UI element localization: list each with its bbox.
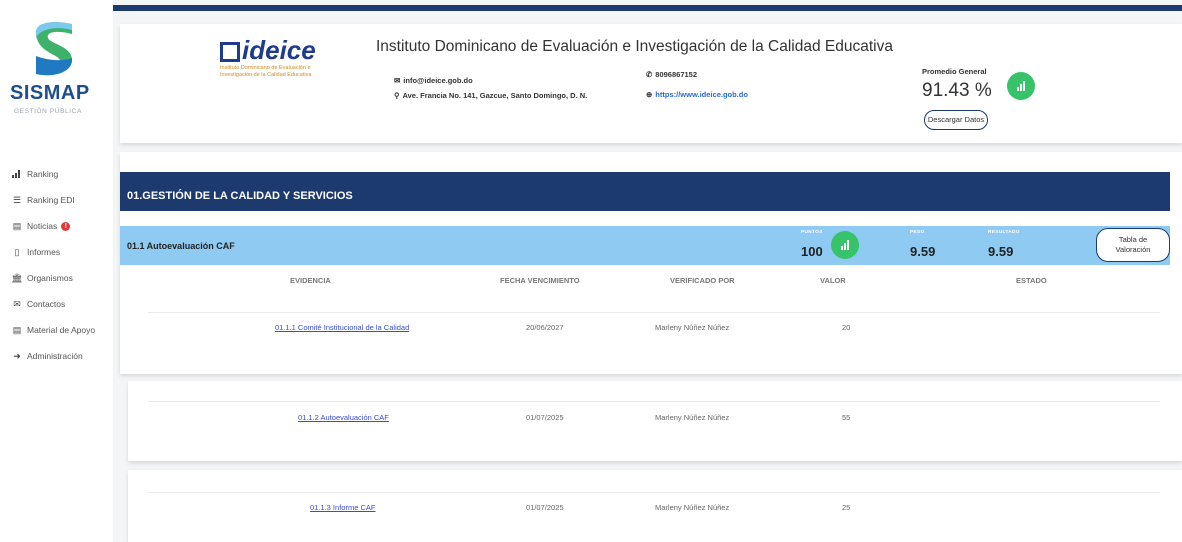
ideice-tagline-2: Investigación de la Calidad Educativa	[220, 72, 312, 78]
row-divider	[148, 312, 1160, 313]
row-divider	[148, 492, 1160, 493]
value: 55	[842, 413, 851, 422]
institution-header: ideice Instituto Dominicano de Evaluació…	[120, 24, 1182, 143]
email-contact[interactable]: ✉ info@ideice.gob.do	[394, 76, 473, 85]
sidebar-item-label: Contactos	[27, 299, 66, 309]
sidebar-item-material-de-apoyo[interactable]: ▤ Material de Apoyo	[10, 317, 110, 343]
email-text: info@ideice.gob.do	[403, 76, 473, 85]
bar-chart-icon	[10, 169, 24, 180]
column-header-evidencia: EVIDENCIA	[290, 276, 331, 285]
brand-subtitle: GESTIÓN PÚBLICA	[14, 108, 82, 115]
resultado-label: RESULTADO	[988, 230, 1020, 235]
phone-contact[interactable]: ✆ 8096867152	[646, 70, 697, 79]
due-date: 01/07/2025	[526, 503, 564, 512]
value: 25	[842, 503, 851, 512]
evidence-row-card: 01.1.2 Autoevaluación CAF 01/07/2025 Mar…	[128, 381, 1182, 461]
column-header-valor: VALOR	[820, 276, 846, 285]
ideice-logo-icon	[220, 42, 240, 62]
subsection-title: 01.1 Autoevaluación CAF	[127, 241, 235, 251]
phone-icon: ✆	[646, 70, 653, 79]
sidebar-item-label: Administración	[27, 351, 83, 361]
subsection-header: 01.1 Autoevaluación CAF PUNTOS 100 PESO …	[120, 226, 1170, 265]
peso-label: PESO	[910, 230, 925, 235]
list-icon: ☰	[12, 194, 22, 205]
sidebar-item-organismos[interactable]: 🏛 Organismos	[10, 265, 110, 291]
sign-in-icon: ➜	[13, 350, 21, 361]
sidebar-item-label: Material de Apoyo	[27, 325, 96, 335]
value: 20	[842, 323, 851, 332]
evidence-link[interactable]: 01.1.1 Comité Institucional de la Calida…	[275, 323, 409, 332]
due-date: 20/06/2027	[526, 323, 564, 332]
sidebar-item-informes[interactable]: ▯ Informes	[10, 239, 110, 265]
sidebar-item-label: Informes	[27, 247, 61, 257]
resultado-value: 9.59	[988, 244, 1014, 259]
sidebar-item-ranking-edi[interactable]: ☰ Ranking EDI	[10, 187, 110, 213]
tabla-button-line-2: Valoración	[1115, 245, 1151, 254]
download-data-button[interactable]: Descargar Datos	[924, 110, 988, 130]
institution-title: Instituto Dominicano de Evaluación e Inv…	[376, 38, 893, 55]
column-header-fecha: FECHA VENCIMIENTO	[500, 276, 580, 285]
evidence-link[interactable]: 01.1.3 Informe CAF	[310, 503, 375, 512]
column-header-estado: ESTADO	[1016, 276, 1047, 285]
address-text: Ave. Francia No. 141, Gazcue, Santo Domi…	[402, 91, 588, 100]
verified-by: Marleny Núñez Núñez	[655, 323, 730, 332]
verified-by: Marleny Núñez Núñez	[655, 413, 730, 422]
row-divider	[148, 401, 1160, 402]
promedio-value: 91.43 %	[922, 80, 992, 101]
section-card: 01.GESTIÓN DE LA CALIDAD Y SERVICIOS 01.…	[120, 152, 1182, 374]
sidebar-item-noticias[interactable]: ▤ Noticias !	[10, 213, 110, 239]
envelope-icon: ✉	[394, 76, 401, 85]
evidence-link[interactable]: 01.1.2 Autoevaluación CAF	[298, 413, 389, 422]
section-title: 01.GESTIÓN DE LA CALIDAD Y SERVICIOS	[120, 172, 1170, 211]
verified-by: Marleny Núñez Núñez	[655, 503, 730, 512]
document-icon: ▯	[14, 246, 20, 257]
phone-text: 8096867152	[655, 70, 698, 79]
institution-icon: 🏛	[11, 272, 23, 283]
notification-badge: !	[61, 221, 71, 231]
sidebar-item-label: Noticias	[27, 221, 58, 231]
app-root: SISMAP GESTIÓN PÚBLICA Ranking ☰ Ranking…	[0, 0, 1182, 542]
globe-icon: ⊕	[646, 90, 653, 99]
newspaper-icon: ▤	[12, 220, 22, 231]
file-text-icon: ▤	[12, 324, 22, 335]
sidebar: SISMAP GESTIÓN PÚBLICA Ranking ☰ Ranking…	[0, 0, 113, 542]
puntos-label: PUNTOS	[801, 230, 823, 235]
sidebar-item-administracion[interactable]: ➜ Administración	[10, 343, 110, 369]
sidebar-item-contactos[interactable]: ✉ Contactos	[10, 291, 110, 317]
ideice-logo: ideice Instituto Dominicano de Evaluació…	[220, 36, 320, 78]
address-contact: ⚲ Ave. Francia No. 141, Gazcue, Santo Dom…	[394, 91, 587, 100]
sidebar-item-label: Ranking	[27, 169, 59, 179]
evidence-row-card: 01.1.3 Informe CAF 01/07/2025 Marleny Nú…	[128, 470, 1182, 542]
due-date: 01/07/2025	[526, 413, 564, 422]
sidebar-nav: Ranking ☰ Ranking EDI ▤ Noticias ! ▯ Inf…	[10, 161, 110, 369]
map-marker-icon: ⚲	[394, 91, 400, 100]
ideice-logo-text: ideice	[242, 35, 316, 65]
top-bar	[113, 5, 1182, 11]
website-link[interactable]: ⊕ https://www.ideice.gob.do	[646, 90, 748, 99]
website-text: https://www.ideice.gob.do	[655, 90, 748, 99]
brand-name: SISMAP	[10, 82, 90, 104]
tabla-button-line-1: Tabla de	[1118, 235, 1148, 244]
ideice-tagline-1: Instituto Dominicano de Evaluación e	[220, 65, 311, 71]
sidebar-item-ranking[interactable]: Ranking	[10, 161, 110, 187]
sidebar-item-label: Organismos	[27, 273, 73, 283]
bar-chart-icon	[1007, 72, 1035, 100]
column-header-verificado: VERIFICADO POR	[670, 276, 735, 285]
peso-value: 9.59	[910, 244, 936, 259]
promedio-label: Promedio General	[922, 67, 987, 76]
sidebar-item-label: Ranking EDI	[27, 195, 75, 205]
chat-icon: ✉	[13, 298, 21, 309]
sismap-logo-icon	[36, 22, 72, 76]
tabla-valoracion-button[interactable]: Tabla de Valoración	[1096, 228, 1170, 262]
puntos-value: 100	[801, 244, 823, 259]
bar-chart-icon	[831, 231, 859, 259]
